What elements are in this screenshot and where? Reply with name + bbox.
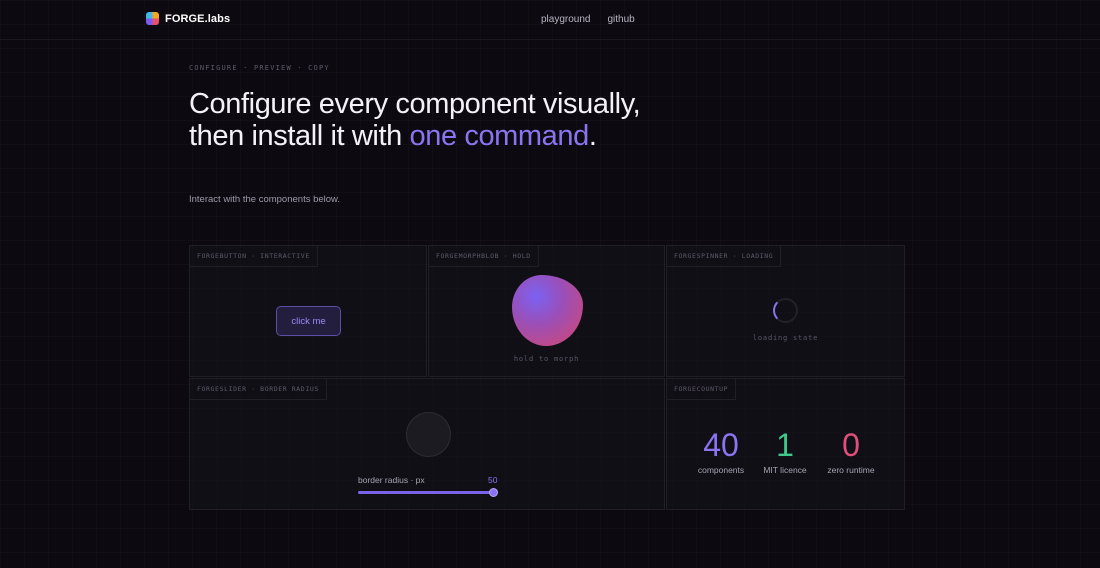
nav-link-playground[interactable]: playground bbox=[541, 14, 590, 25]
morph-caption: hold to morph bbox=[513, 355, 580, 363]
headline-line-2: then install it with bbox=[189, 120, 410, 152]
panel-tag: FORGESLIDER · BORDER RADIUS bbox=[190, 379, 327, 400]
stat-licence: 1 MIT licence bbox=[760, 428, 810, 475]
radius-preview-shape bbox=[406, 412, 451, 457]
panel-tag: FORGEMORPHBLOB · HOLD bbox=[429, 246, 539, 267]
slider-thumb[interactable] bbox=[489, 488, 498, 497]
morph-blob[interactable] bbox=[512, 275, 583, 346]
panel-tag: FORGESPINNER · LOADING bbox=[667, 246, 782, 267]
stat-label: zero runtime bbox=[827, 465, 875, 475]
brand[interactable]: FORGE.labs bbox=[146, 12, 230, 25]
loading-spinner-icon bbox=[773, 298, 798, 323]
slider-value: 50 bbox=[488, 475, 498, 485]
panel-tag: FORGECOUNTUP bbox=[667, 379, 737, 400]
stat-value: 1 bbox=[776, 427, 794, 463]
forgebutton-panel: FORGEBUTTON · INTERACTIVE click me bbox=[189, 245, 427, 377]
stat-value: 0 bbox=[842, 427, 860, 463]
top-bar: FORGE.labs playground github bbox=[0, 0, 1100, 40]
border-radius-slider[interactable] bbox=[358, 488, 498, 497]
stat-components: 40 components bbox=[696, 428, 746, 475]
spinner-caption: loading state bbox=[752, 334, 819, 342]
headline-accent: one command bbox=[409, 120, 590, 152]
hero-headline: Configure every component visually, then … bbox=[189, 88, 659, 152]
stat-runtime: 0 zero runtime bbox=[823, 428, 879, 475]
forgespinner-panel: FORGESPINNER · LOADING loading state bbox=[666, 245, 905, 377]
headline-line-1: Configure every component visually, bbox=[189, 88, 641, 120]
headline-period: . bbox=[588, 120, 597, 152]
stat-label: components bbox=[697, 465, 745, 475]
stat-value: 40 bbox=[703, 427, 739, 463]
forgemorphblob-panel: FORGEMORPHBLOB · HOLD hold to morph bbox=[428, 245, 665, 377]
hero-subline: Interact with the components below. bbox=[189, 194, 341, 205]
brand-name: FORGE.labs bbox=[165, 12, 231, 25]
panel-tag: FORGEBUTTON · INTERACTIVE bbox=[190, 246, 318, 267]
main-nav: playground github bbox=[541, 14, 635, 25]
forgeslider-panel: FORGESLIDER · BORDER RADIUS border radiu… bbox=[189, 378, 665, 510]
click-me-button[interactable]: click me bbox=[276, 306, 341, 336]
forgecountup-panel: FORGECOUNTUP 40 components 1 MIT licence… bbox=[666, 378, 905, 510]
hero-eyebrow: CONFIGURE · PREVIEW · COPY bbox=[189, 64, 330, 72]
forge-logo-icon bbox=[146, 12, 159, 25]
nav-link-github[interactable]: github bbox=[607, 14, 634, 25]
stat-label: MIT licence bbox=[763, 465, 807, 475]
slider-fill bbox=[358, 491, 494, 494]
slider-label: border radius · px bbox=[358, 475, 425, 485]
